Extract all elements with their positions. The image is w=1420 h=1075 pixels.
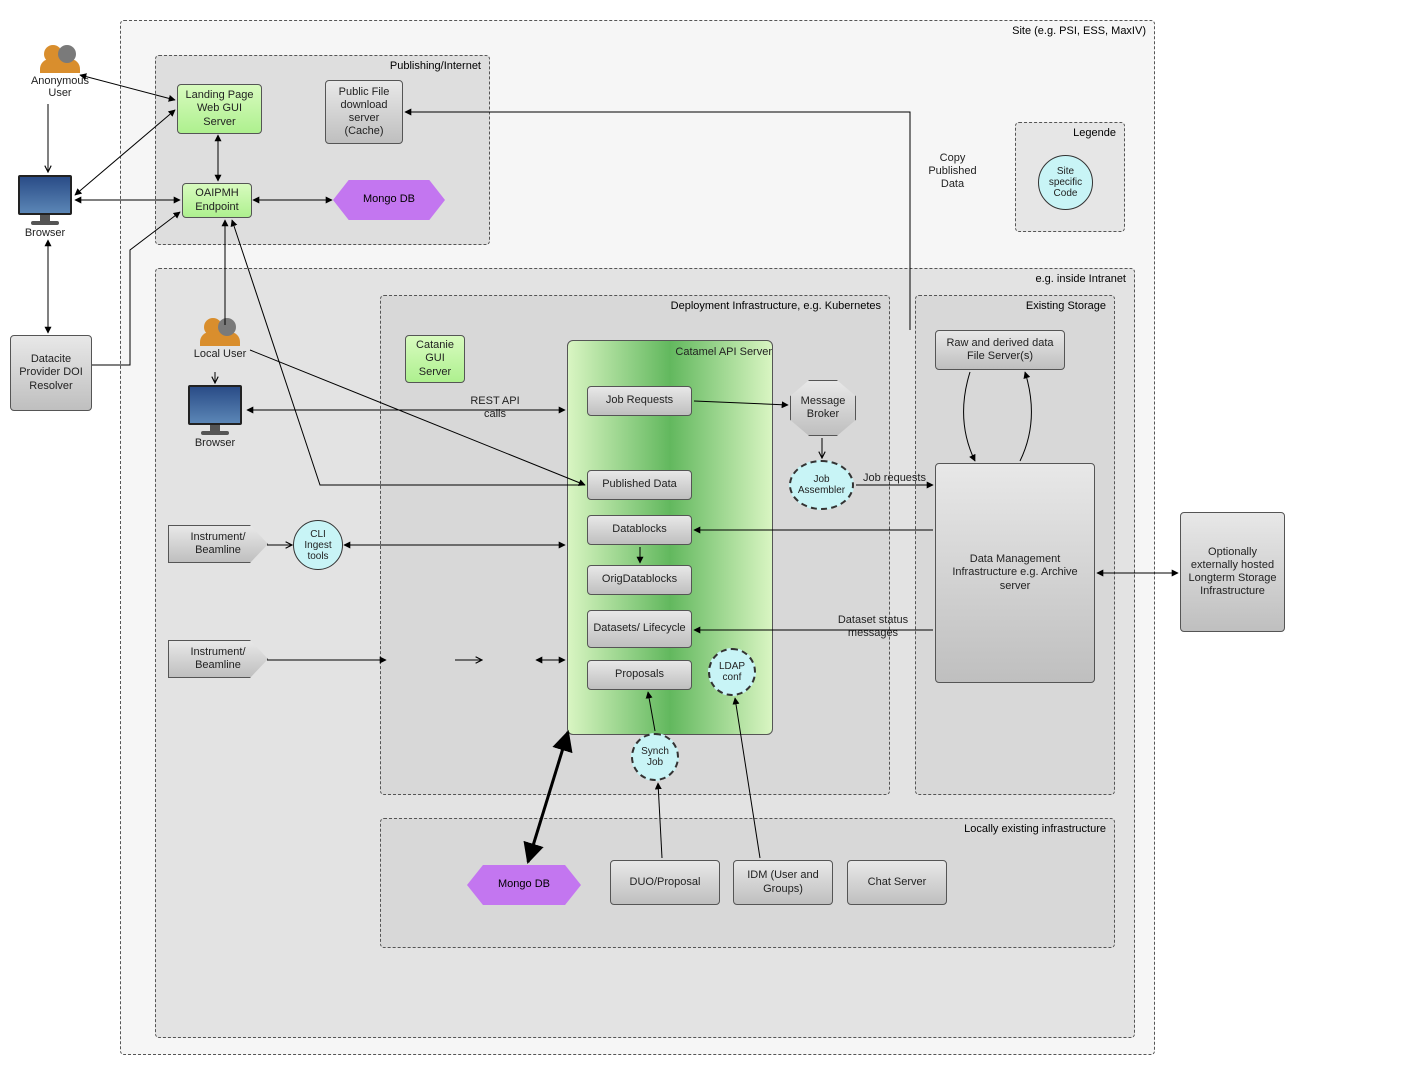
job-assembler-label: Job Assembler — [793, 474, 850, 496]
origdatablocks-box: OrigDatablocks — [587, 565, 692, 595]
oaipmh-label: OAIPMH Endpoint — [187, 187, 247, 213]
mongo1-label: Mongo DB — [363, 193, 415, 206]
local-infra-title: Locally existing infrastructure — [964, 823, 1106, 835]
datablocks-box: Datablocks — [587, 515, 692, 545]
instrument2-label: Instrument/ Beamline — [173, 646, 263, 672]
synch-job-circle: Synch Job — [631, 733, 679, 781]
legend-site-code-label: Site specific Code — [1041, 166, 1090, 199]
cli-ingest-circle: CLI Ingest tools — [293, 520, 343, 570]
copy-published-label: Copy Published Data — [920, 152, 985, 192]
local-user: Local User — [185, 318, 255, 360]
idm-label: IDM (User and Groups) — [738, 869, 828, 895]
job-assembler-circle: Job Assembler — [789, 460, 854, 510]
idm-box: IDM (User and Groups) — [733, 860, 833, 905]
raw-derived-box: Raw and derived data File Server(s) — [935, 330, 1065, 370]
site-title: Site (e.g. PSI, ESS, MaxIV) — [1012, 25, 1146, 37]
browser-2: Browser — [185, 385, 245, 449]
catamel-title: Catamel API Server — [632, 346, 772, 359]
rest-api-label: REST API calls — [460, 395, 530, 421]
legend-title: Legende — [1073, 127, 1116, 139]
catanie-box: Catanie GUI Server — [405, 335, 465, 383]
landing-page-label: Landing Page Web GUI Server — [182, 89, 257, 129]
msg-broker2-label: Message Broker — [795, 395, 851, 421]
job-requests-label: Job Requests — [606, 394, 673, 407]
browser1-label: Browser — [15, 227, 75, 239]
instrument-1: Instrument/ Beamline — [168, 525, 268, 563]
datasets-lifecycle-box: Datasets/ Lifecycle — [587, 610, 692, 648]
storage-title: Existing Storage — [1026, 300, 1106, 312]
raw-derived-label: Raw and derived data File Server(s) — [940, 337, 1060, 363]
cli-ingest-label: CLI Ingest tools — [296, 529, 340, 562]
dmi-label: Data Management Infrastructure e.g. Arch… — [940, 553, 1090, 593]
message-broker-2: Message Broker — [790, 380, 856, 436]
ldap-conf-circle: LDAP conf — [708, 648, 756, 696]
datasets-lifecycle-label: Datasets/ Lifecycle — [593, 622, 685, 635]
dataset-status-label: Dataset status messages — [818, 614, 928, 640]
datacite-label: Datacite Provider DOI Resolver — [15, 353, 87, 393]
datacite-box: Datacite Provider DOI Resolver — [10, 335, 92, 411]
job-requests-edge-label: Job requests — [862, 472, 927, 485]
chat-label: Chat Server — [868, 876, 927, 889]
chat-box: Chat Server — [847, 860, 947, 905]
local-user-label: Local User — [185, 348, 255, 360]
synch-job-label: Synch Job — [635, 746, 675, 768]
mongo2-box: Mongo DB — [467, 865, 581, 905]
browser2-label: Browser — [185, 437, 245, 449]
proposals-label: Proposals — [615, 668, 664, 681]
landing-page-box: Landing Page Web GUI Server — [177, 84, 262, 134]
published-data-label: Published Data — [602, 478, 677, 491]
published-data-box: Published Data — [587, 470, 692, 500]
proposals-box: Proposals — [587, 660, 692, 690]
instrument-2: Instrument/ Beamline — [168, 640, 268, 678]
deployment-title: Deployment Infrastructure, e.g. Kubernet… — [671, 300, 881, 312]
instrument1-label: Instrument/ Beamline — [173, 531, 263, 557]
public-file-label: Public File download server (Cache) — [330, 86, 398, 139]
dmi-box: Data Management Infrastructure e.g. Arch… — [935, 463, 1095, 683]
duo-box: DUO/Proposal — [610, 860, 720, 905]
legend-site-code-circle: Site specific Code — [1038, 155, 1093, 210]
longterm-label: Optionally externally hosted Longterm St… — [1185, 546, 1280, 599]
browser-1: Browser — [15, 175, 75, 239]
anonymous-user: Anonymous User — [25, 45, 95, 99]
job-requests-box: Job Requests — [587, 386, 692, 416]
duo-label: DUO/Proposal — [630, 876, 701, 889]
anonymous-user-label: Anonymous User — [25, 75, 95, 99]
publishing-title: Publishing/Internet — [390, 60, 481, 72]
mongo1-box: Mongo DB — [333, 180, 445, 220]
ldap-conf-label: LDAP conf — [712, 661, 752, 683]
public-file-box: Public File download server (Cache) — [325, 80, 403, 144]
datablocks-label: Datablocks — [612, 523, 666, 536]
oaipmh-box: OAIPMH Endpoint — [182, 183, 252, 218]
origdatablocks-label: OrigDatablocks — [602, 573, 677, 586]
longterm-box: Optionally externally hosted Longterm St… — [1180, 512, 1285, 632]
intranet-title: e.g. inside Intranet — [1035, 273, 1126, 285]
mongo2-label: Mongo DB — [498, 878, 550, 891]
catanie-label: Catanie GUI Server — [410, 339, 460, 379]
